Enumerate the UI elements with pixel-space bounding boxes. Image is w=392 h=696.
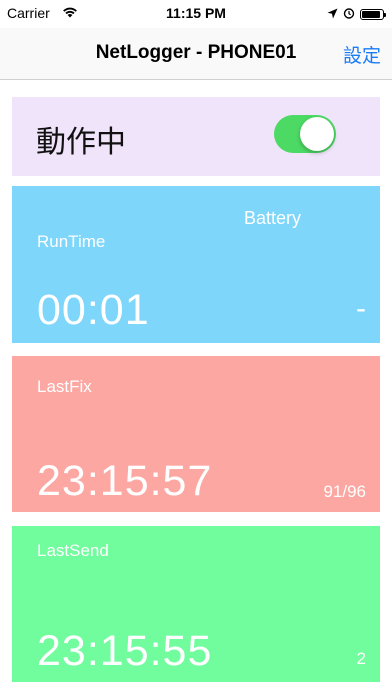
lastfix-label: LastFix <box>37 377 92 396</box>
page-title: NetLogger - PHONE01 <box>95 42 297 63</box>
battery-label: Battery <box>243 208 301 228</box>
running-toggle[interactable] <box>274 115 336 153</box>
settings-button[interactable]: 設定 <box>343 41 381 68</box>
status-label: 動作中 <box>36 125 126 160</box>
battery-icon <box>360 8 386 20</box>
status-right <box>327 6 386 22</box>
navigation-bar: NetLogger - PHONE01 設定 <box>0 28 392 80</box>
status-card: 動作中 <box>12 97 380 176</box>
toggle-knob <box>300 117 334 151</box>
lastsend-count: 2 <box>356 649 366 668</box>
runtime-card: Battery RunTime 00:01 - <box>12 186 380 343</box>
lastfix-count: 91/96 <box>323 482 366 501</box>
runtime-value: 00:01 <box>37 286 150 334</box>
lastsend-value: 23:15:55 <box>37 627 213 675</box>
lastfix-value: 23:15:57 <box>37 457 213 505</box>
lastsend-label: LastSend <box>37 541 109 560</box>
status-bar: Carrier 11:15 PM <box>0 0 392 28</box>
battery-value: - <box>356 292 366 325</box>
location-arrow-icon <box>327 6 338 22</box>
alarm-icon <box>343 6 355 22</box>
runtime-label: RunTime <box>37 232 106 251</box>
lastsend-card: LastSend 23:15:55 2 <box>12 526 380 682</box>
lastfix-card: LastFix 23:15:57 91/96 <box>12 356 380 512</box>
